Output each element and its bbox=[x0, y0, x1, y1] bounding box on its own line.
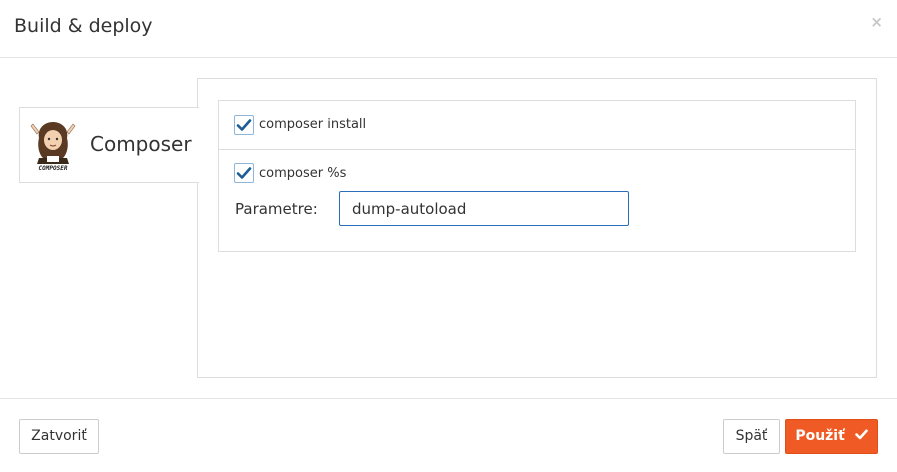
apply-button-label: Použiť bbox=[795, 428, 845, 444]
option-row: composer install bbox=[219, 101, 855, 150]
parameter-label: Parametre: bbox=[235, 200, 318, 218]
composer-install-checkbox[interactable] bbox=[234, 115, 254, 135]
tool-tab-composer[interactable]: COMPOSER Composer bbox=[19, 107, 199, 183]
parameter-input[interactable] bbox=[339, 191, 629, 226]
tool-settings-panel: composer install composer %s Parametre: bbox=[197, 78, 877, 378]
option-row: composer %s Parametre: bbox=[219, 151, 855, 251]
tool-name: Composer bbox=[90, 132, 192, 156]
composer-custom-label[interactable]: composer %s bbox=[259, 166, 346, 181]
close-icon[interactable]: × bbox=[870, 12, 883, 32]
composer-custom-checkbox[interactable] bbox=[234, 163, 254, 183]
composer-install-label[interactable]: composer install bbox=[259, 117, 366, 132]
checkmark-icon bbox=[236, 119, 252, 131]
check-icon bbox=[854, 429, 868, 440]
modal-footer: Zatvoriť Späť Použiť bbox=[0, 398, 897, 472]
options-box: composer install composer %s Parametre: bbox=[218, 100, 856, 252]
apply-button[interactable]: Použiť bbox=[785, 419, 878, 454]
back-button[interactable]: Späť bbox=[723, 419, 780, 454]
close-button[interactable]: Zatvoriť bbox=[19, 419, 99, 454]
composer-logo-icon: COMPOSER bbox=[29, 118, 77, 174]
composer-logo-text: COMPOSER bbox=[38, 165, 68, 172]
build-deploy-modal: Build & deploy × COMPOSER Composer compo… bbox=[0, 0, 897, 472]
modal-title: Build & deploy bbox=[14, 15, 153, 37]
modal-header: Build & deploy × bbox=[0, 0, 897, 58]
checkmark-icon bbox=[236, 167, 252, 179]
